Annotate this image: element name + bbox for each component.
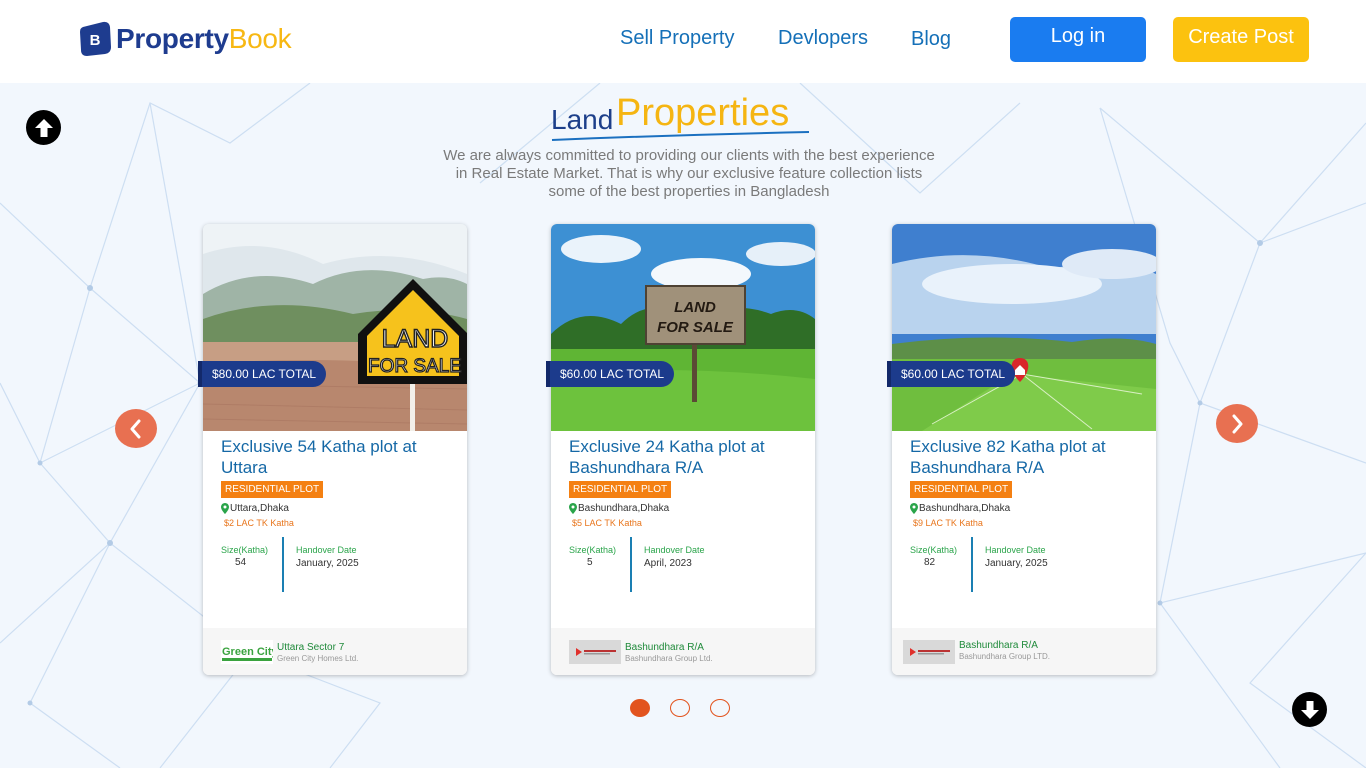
scroll-up-button[interactable] (26, 110, 61, 145)
handover-label: Handover Date (644, 545, 705, 555)
price-per-katha: $5 LAC TK Katha (572, 518, 642, 528)
create-post-button[interactable]: Create Post (1173, 17, 1309, 62)
location: Bashundhara,Dhaka (910, 503, 1010, 514)
property-type-badge: RESIDENTIAL PLOT (221, 481, 324, 498)
carousel-dot-1[interactable] (630, 699, 650, 717)
size-value: 54 (235, 557, 247, 568)
carousel-next-button[interactable] (1216, 404, 1258, 443)
scroll-down-button[interactable] (1292, 692, 1327, 727)
size-value: 82 (924, 557, 936, 568)
developer-logo: Green City (221, 640, 279, 664)
map-pin-icon (221, 503, 229, 514)
title-underline (551, 131, 810, 141)
chevron-right-icon (1232, 414, 1243, 433)
chevron-left-icon (130, 419, 141, 438)
info-divider (971, 537, 973, 592)
map-pin-icon (910, 503, 918, 514)
svg-text:B: B (90, 32, 101, 49)
size-value: 5 (587, 557, 593, 568)
svg-text:LAND: LAND (674, 299, 716, 316)
login-button[interactable]: Log in (1010, 17, 1146, 62)
location: Uttara,Dhaka (221, 503, 289, 514)
section-subtitle: We are always committed to providing our… (443, 147, 935, 200)
site-header: B PropertyBook Sell Property Devlopers B… (0, 0, 1366, 83)
developer-location: Bashundhara R/A (625, 642, 704, 653)
property-type-badge: RESIDENTIAL PLOT (910, 481, 1013, 498)
property-image[interactable]: LAND FOR SALE (203, 224, 467, 431)
svg-text:LAND: LAND (382, 325, 449, 353)
brand-logo[interactable]: B PropertyBook (79, 21, 292, 56)
map-pin-icon (569, 503, 577, 514)
arrow-down-icon (1300, 700, 1319, 719)
carousel-pagination (630, 699, 750, 717)
property-card[interactable]: LAND FOR SALE $60.00 LAC TOTAL Exclusive… (546, 224, 815, 675)
location: Bashundhara,Dhaka (569, 503, 669, 514)
developer-company: Green City Homes Ltd. (277, 654, 359, 663)
svg-text:Green City: Green City (222, 646, 273, 658)
card-footer: Bashundhara R/A Bashundhara Group Ltd. (551, 628, 815, 675)
carousel-dot-3[interactable] (710, 699, 730, 717)
developer-company: Bashundhara Group Ltd. (625, 654, 713, 663)
info-divider (282, 537, 284, 592)
carousel-dot-2[interactable] (670, 699, 690, 717)
size-label: Size(Katha) (569, 545, 617, 555)
carousel-prev-button[interactable] (115, 409, 157, 448)
property-image[interactable]: LAND FOR SALE (551, 224, 815, 431)
nav-sell-property[interactable]: Sell Property (620, 27, 735, 50)
developer-company: Bashundhara Group LTD. (959, 652, 1051, 661)
handover-label: Handover Date (985, 545, 1046, 555)
handover-value: January, 2025 (985, 558, 1048, 569)
card-footer: Green City Uttara Sector 7 Green City Ho… (203, 628, 467, 675)
handover-value: January, 2025 (296, 558, 359, 569)
card-title[interactable]: Exclusive 24 Katha plot at Bashundhara R… (569, 436, 809, 478)
property-type-badge: RESIDENTIAL PLOT (569, 481, 672, 498)
card-title[interactable]: Exclusive 54 Katha plot at Uttara (221, 436, 461, 478)
price-per-katha: $2 LAC TK Katha (224, 518, 294, 528)
handover-value: April, 2023 (644, 558, 692, 569)
card-footer: Bashundhara R/A Bashundhara Group LTD. (892, 628, 1156, 675)
svg-text:FOR SALE: FOR SALE (368, 356, 462, 377)
card-title[interactable]: Exclusive 82 Katha plot at Bashundhara R… (910, 436, 1150, 478)
brand-name: PropertyBook (116, 22, 292, 54)
developer-logo (903, 640, 955, 664)
handover-label: Handover Date (296, 545, 357, 555)
arrow-up-icon (34, 118, 53, 137)
property-image[interactable] (892, 224, 1156, 431)
info-divider (630, 537, 632, 592)
price-tag: $60.00 LAC TOTAL (887, 361, 1016, 387)
nav-developers[interactable]: Devlopers (778, 27, 868, 50)
logo-mark-icon: B (79, 21, 112, 56)
property-card[interactable]: $60.00 LAC TOTAL Exclusive 82 Katha plot… (887, 224, 1156, 675)
price-per-katha: $9 LAC TK Katha (913, 518, 983, 528)
price-tag: $60.00 LAC TOTAL (546, 361, 675, 387)
size-label: Size(Katha) (221, 545, 269, 555)
price-tag: $80.00 LAC TOTAL (198, 361, 327, 387)
property-card[interactable]: LAND FOR SALE $80.00 LAC TOTAL Exclusive… (198, 224, 467, 675)
size-label: Size(Katha) (910, 545, 958, 555)
developer-logo (569, 640, 621, 664)
svg-text:FOR SALE: FOR SALE (657, 319, 734, 336)
developer-location: Bashundhara R/A (959, 640, 1038, 651)
developer-location: Uttara Sector 7 (277, 642, 345, 653)
nav-blog[interactable]: Blog (911, 28, 951, 51)
